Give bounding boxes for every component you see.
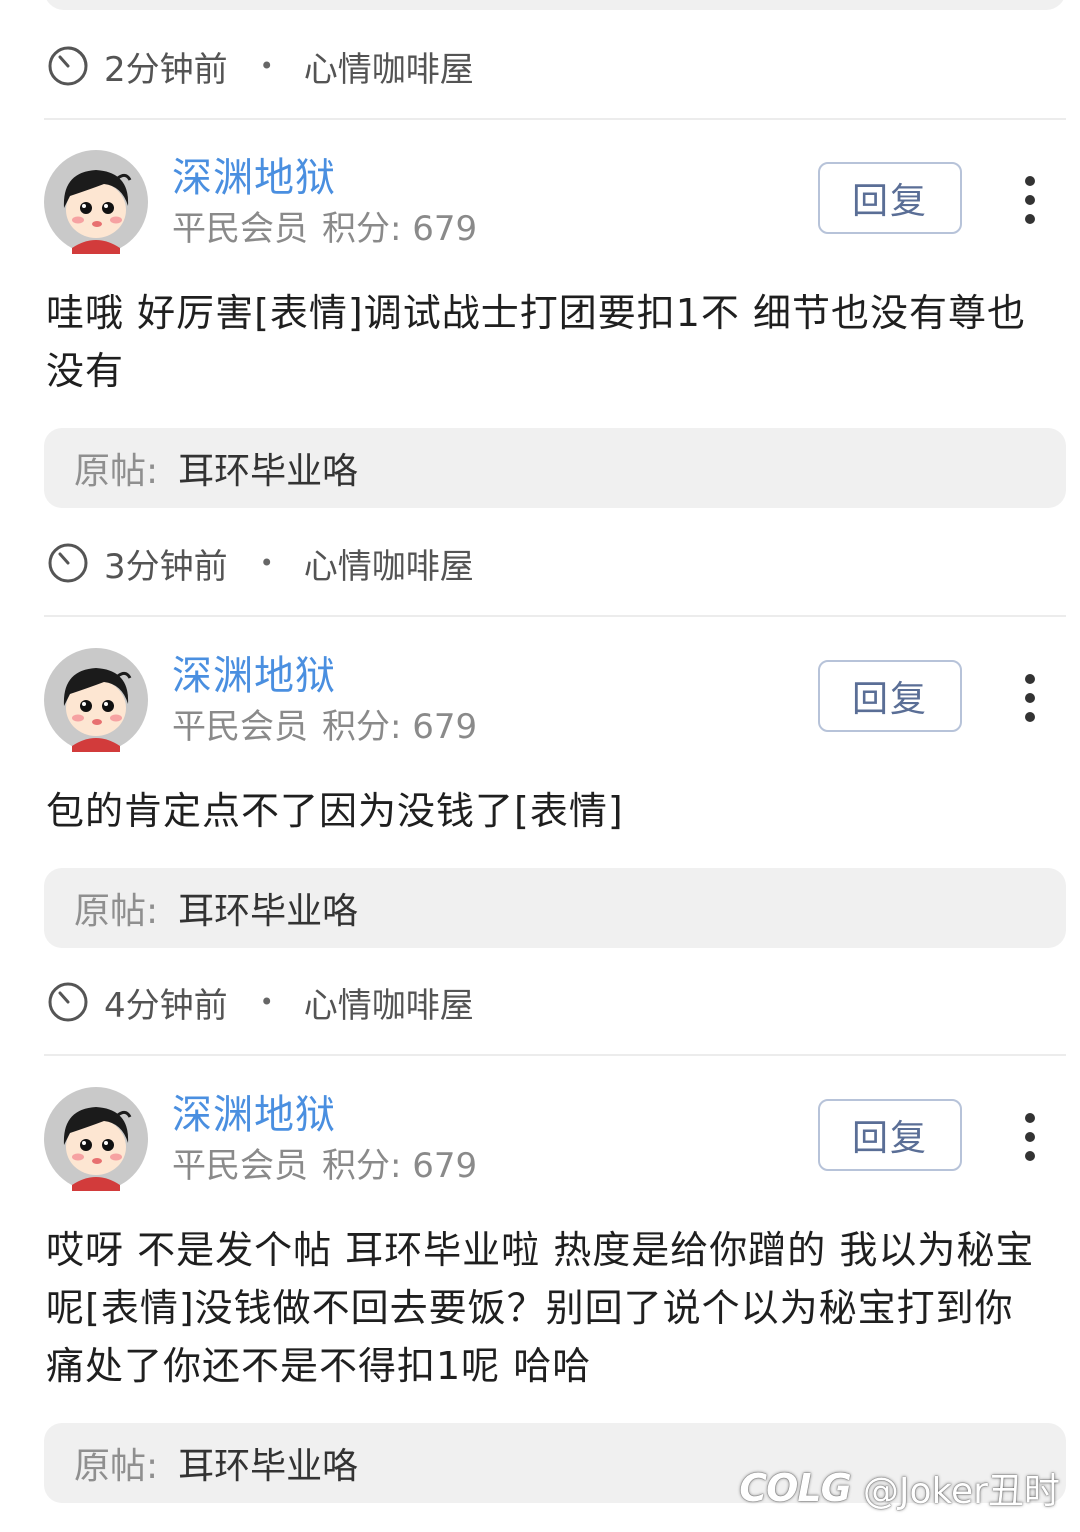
user-meta: 平民会员 积分: 679 [172, 208, 477, 250]
watermark-handle: @Joker丑时 [862, 1471, 1060, 1512]
reply-button[interactable]: 回复 [818, 1099, 962, 1171]
user-meta: 平民会员 积分: 679 [172, 706, 477, 748]
points-label: 积分: [322, 209, 402, 249]
original-post-card[interactable]: 原帖: 耳环毕业咯 [44, 428, 1066, 508]
reply-button[interactable]: 回复 [818, 162, 962, 234]
comment-text: 哎呀 不是发个帖 耳环毕业啦 热度是给你蹭的 我以为秘宝呢[表情]没钱做不回去要… [46, 1228, 1035, 1388]
watermark: COLG @Joker丑时 [739, 1462, 1060, 1514]
more-vertical-icon[interactable] [1008, 176, 1052, 224]
username[interactable]: 深渊地狱 [172, 154, 336, 202]
original-post-card[interactable]: 原帖: 耳环毕业咯 [44, 868, 1066, 948]
clock-icon [46, 44, 90, 88]
board-name[interactable]: 心情咖啡屋 [304, 42, 474, 91]
points-value: 679 [412, 1146, 478, 1186]
points-label: 积分: [322, 1146, 402, 1186]
more-vertical-icon[interactable] [1008, 1113, 1052, 1161]
post-meta-row: 4分钟前 • 心情咖啡屋 [46, 978, 474, 1027]
board-name[interactable]: 心情咖啡屋 [304, 539, 474, 588]
original-post-title: 耳环毕业咯 [178, 891, 359, 932]
post-meta-row: 3分钟前 • 心情咖啡屋 [46, 539, 474, 588]
original-post-label: 原帖: [74, 451, 159, 492]
comment-text: 哇哦 好厉害[表情]调试战士打团要扣1不 细节也没有尊也没有 [46, 291, 1026, 393]
clock-icon [46, 541, 90, 585]
meta-separator: • [259, 52, 274, 80]
points-label: 积分: [322, 707, 402, 747]
post-time: 3分钟前 [104, 546, 228, 587]
member-rank: 平民会员 [172, 1146, 308, 1186]
original-post-title: 耳环毕业咯 [178, 451, 359, 492]
clock-icon [46, 980, 90, 1024]
post-time: 4分钟前 [104, 985, 228, 1026]
previous-original-post-card[interactable] [44, 0, 1066, 10]
divider [44, 615, 1066, 617]
avatar[interactable] [44, 1087, 148, 1191]
original-post-title: 耳环毕业咯 [178, 1446, 359, 1487]
divider [44, 118, 1066, 120]
board-name[interactable]: 心情咖啡屋 [304, 978, 474, 1027]
more-vertical-icon[interactable] [1008, 674, 1052, 722]
points-value: 679 [412, 209, 478, 249]
divider [44, 1054, 1066, 1056]
original-post-label: 原帖: [74, 1446, 159, 1487]
avatar[interactable] [44, 648, 148, 752]
comment-text: 包的肯定点不了因为没钱了[表情] [46, 789, 624, 833]
meta-separator: • [259, 988, 274, 1016]
reply-button[interactable]: 回复 [818, 660, 962, 732]
post-time: 2分钟前 [104, 49, 228, 90]
member-rank: 平民会员 [172, 209, 308, 249]
original-post-label: 原帖: [74, 891, 159, 932]
post-meta-row: 2分钟前 • 心情咖啡屋 [46, 42, 474, 91]
colg-logo: COLG [739, 1466, 852, 1510]
username[interactable]: 深渊地狱 [172, 1091, 336, 1139]
username[interactable]: 深渊地狱 [172, 652, 336, 700]
points-value: 679 [412, 707, 478, 747]
member-rank: 平民会员 [172, 707, 308, 747]
meta-separator: • [259, 549, 274, 577]
user-meta: 平民会员 积分: 679 [172, 1145, 477, 1187]
avatar[interactable] [44, 150, 148, 254]
